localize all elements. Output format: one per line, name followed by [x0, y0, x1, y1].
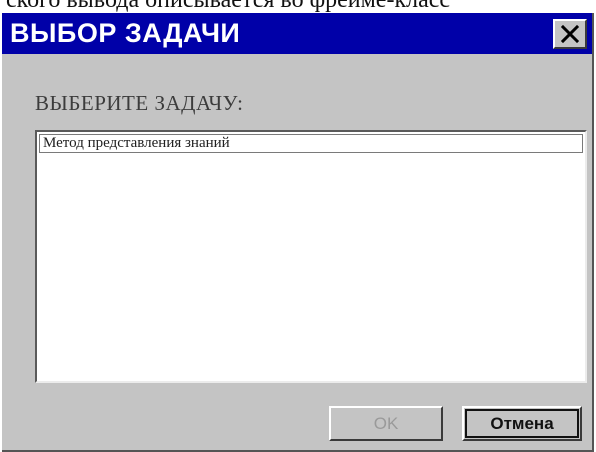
dialog-titlebar[interactable]: ВЫБОР ЗАДАЧИ [2, 13, 592, 54]
cancel-button[interactable]: Отмена [462, 406, 582, 441]
background-text: ского вывода описывается во фрейме-класс [6, 0, 451, 13]
ok-button[interactable]: OK [329, 406, 443, 441]
prompt-label: ВЫБЕРИТЕ ЗАДАЧУ: [35, 91, 244, 115]
dialog-title: ВЫБОР ЗАДАЧИ [10, 18, 241, 48]
close-button[interactable] [553, 19, 587, 49]
list-item[interactable]: Метод представления знаний [39, 134, 583, 153]
task-select-dialog: ВЫБОР ЗАДАЧИ ВЫБЕРИТЕ ЗАДАЧУ: Метод пред… [2, 13, 594, 452]
page: ского вывода описывается во фрейме-класс… [0, 0, 596, 452]
close-icon [561, 25, 579, 43]
task-listbox[interactable]: Метод представления знаний [35, 130, 587, 383]
